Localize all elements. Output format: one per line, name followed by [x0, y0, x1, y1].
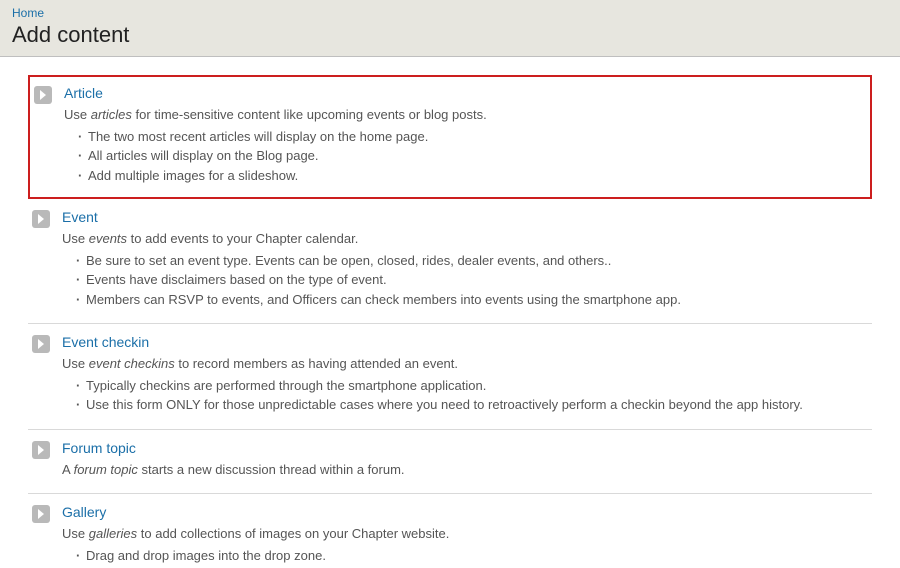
content-type-title-link[interactable]: Event — [62, 209, 98, 225]
page-header: Home Add content — [0, 0, 900, 57]
desc-pre: Use — [64, 107, 91, 122]
bullet-item: Be sure to set an event type. Events can… — [76, 251, 868, 271]
bullet-list: The two most recent articles will displa… — [64, 127, 866, 186]
content-type-event: Event Use events to add events to your Ch… — [28, 199, 872, 324]
desc-em: event checkins — [89, 356, 175, 371]
desc-post: to add events to your Chapter calendar. — [127, 231, 358, 246]
content-type-body: Gallery Use galleries to add collections … — [62, 504, 868, 568]
desc-post: to add collections of images on your Cha… — [137, 526, 449, 541]
breadcrumb-home[interactable]: Home — [12, 6, 888, 20]
content-type-description: A forum topic starts a new discussion th… — [62, 460, 868, 480]
desc-em: galleries — [89, 526, 137, 541]
content-type-list: Article Use articles for time-sensitive c… — [0, 75, 900, 568]
content-type-row: Gallery Use galleries to add collections … — [32, 504, 868, 568]
content-type-description: Use articles for time-sensitive content … — [64, 105, 866, 125]
bullet-list: Typically checkins are performed through… — [62, 376, 868, 415]
chevron-right-icon[interactable] — [32, 335, 50, 353]
chevron-right-icon[interactable] — [32, 210, 50, 228]
desc-em: events — [89, 231, 127, 246]
bullet-pre: All articles will display on the — [88, 148, 256, 163]
desc-post: starts a new discussion thread within a … — [138, 462, 405, 477]
content-type-body: Forum topic A forum topic starts a new di… — [62, 440, 868, 480]
content-type-row: Forum topic A forum topic starts a new di… — [32, 440, 868, 480]
bullet-item: Members can RSVP to events, and Officers… — [76, 290, 868, 310]
content-type-title-link[interactable]: Article — [64, 85, 103, 101]
content-type-description: Use event checkins to record members as … — [62, 354, 868, 374]
chevron-right-icon[interactable] — [32, 441, 50, 459]
bullet-item: The two most recent articles will displa… — [78, 127, 866, 147]
desc-post: for time-sensitive content like upcoming… — [132, 107, 487, 122]
page-title: Add content — [12, 22, 888, 48]
chevron-right-icon[interactable] — [32, 505, 50, 523]
desc-pre: A — [62, 462, 74, 477]
content-type-description: Use galleries to add collections of imag… — [62, 524, 868, 544]
content-type-gallery: Gallery Use galleries to add collections … — [28, 494, 872, 568]
bullet-list: Be sure to set an event type. Events can… — [62, 251, 868, 310]
content-type-title-link[interactable]: Forum topic — [62, 440, 136, 456]
content-type-description: Use events to add events to your Chapter… — [62, 229, 868, 249]
desc-post: to record members as having attended an … — [175, 356, 458, 371]
content-type-body: Event checkin Use event checkins to recor… — [62, 334, 868, 415]
content-type-article: Article Use articles for time-sensitive c… — [28, 75, 872, 199]
bullet-item: Typically checkins are performed through… — [76, 376, 868, 396]
bullet-item: All articles will display on the Blog pa… — [78, 146, 866, 166]
desc-pre: Use — [62, 526, 89, 541]
content-type-title-link[interactable]: Gallery — [62, 504, 106, 520]
desc-em: forum topic — [74, 462, 138, 477]
desc-pre: Use — [62, 231, 89, 246]
bullet-item: Drag and drop images into the drop zone. — [76, 546, 868, 566]
content-type-forum-topic: Forum topic A forum topic starts a new di… — [28, 430, 872, 495]
content-type-title-link[interactable]: Event checkin — [62, 334, 149, 350]
bullet-post: . — [315, 148, 319, 163]
bullet-item: Add multiple images for a slideshow. — [78, 166, 866, 186]
content-type-body: Article Use articles for time-sensitive c… — [64, 85, 866, 185]
bullet-item: Events have disclaimers based on the typ… — [76, 270, 868, 290]
bullet-link[interactable]: Blog page — [256, 148, 315, 163]
bullet-list: Drag and drop images into the drop zone.… — [62, 546, 868, 568]
content-type-row: Article Use articles for time-sensitive c… — [34, 85, 866, 185]
content-type-body: Event Use events to add events to your Ch… — [62, 209, 868, 309]
bullet-item: Use this form ONLY for those unpredictab… — [76, 395, 868, 415]
content-type-row: Event Use events to add events to your Ch… — [32, 209, 868, 309]
desc-em: articles — [91, 107, 132, 122]
chevron-right-icon[interactable] — [34, 86, 52, 104]
content-type-event-checkin: Event checkin Use event checkins to recor… — [28, 324, 872, 430]
content-type-row: Event checkin Use event checkins to recor… — [32, 334, 868, 415]
desc-pre: Use — [62, 356, 89, 371]
